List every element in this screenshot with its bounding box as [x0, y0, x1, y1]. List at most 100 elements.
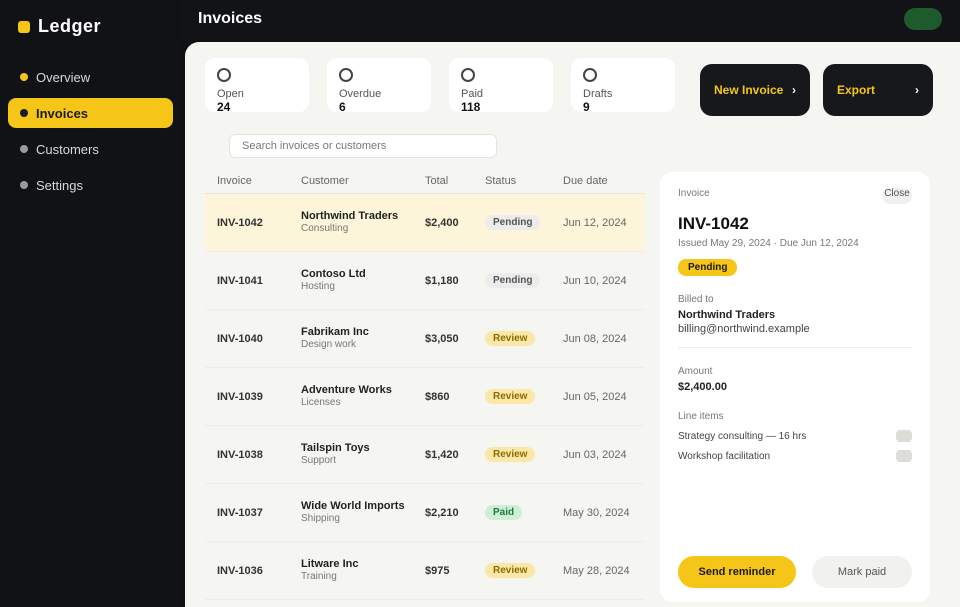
status-badge: Paid [485, 505, 523, 520]
close-button[interactable]: Close [882, 188, 912, 204]
stat-card[interactable]: Overdue 6 [327, 58, 431, 114]
customer-name: Fabrikam Inc [301, 326, 369, 338]
mark-paid-button[interactable]: Mark paid [812, 556, 912, 588]
export-button[interactable]: Export › [823, 64, 933, 116]
table-row[interactable]: INV-1040 Fabrikam Inc Design work $3,050 … [205, 310, 645, 368]
customer-desc: Support [301, 455, 337, 466]
arrow-right-icon: › [792, 83, 796, 97]
due-date: Jun 03, 2024 [563, 448, 627, 461]
amount: $1,420 [425, 448, 459, 461]
line-item-label: Workshop facilitation [678, 450, 771, 462]
due-date: Jun 12, 2024 [563, 216, 627, 229]
column-header[interactable]: Status [477, 175, 555, 187]
list-item: Strategy consulting — 16 hrs [678, 430, 912, 442]
sidebar: Ledger Overview Invoices Customers Setti… [0, 0, 180, 607]
status-badge: Review [485, 563, 536, 578]
stat-card[interactable]: Open 24 [205, 58, 309, 114]
amount-section: Amount $2,400.00 [678, 366, 912, 393]
stat-label: Drafts [583, 88, 613, 100]
sidebar-item-label: Invoices [36, 105, 89, 121]
list-item: Workshop facilitation [678, 450, 912, 462]
invoice-id: INV-1039 [217, 390, 263, 403]
amount: $2,210 [425, 506, 459, 519]
customer-name: Adventure Works [301, 384, 392, 396]
due-date: May 28, 2024 [563, 564, 630, 577]
invoice-table: Invoice Customer Total Status Due date I… [205, 168, 645, 600]
logo[interactable]: Ledger [18, 16, 101, 37]
column-header[interactable]: Due date [555, 175, 645, 187]
amount: $3,050 [425, 332, 459, 345]
page-title: Invoices [198, 10, 263, 27]
status-badge: Pending [678, 259, 738, 276]
sidebar-item-customers[interactable]: Customers [8, 134, 173, 164]
due-date: Jun 08, 2024 [563, 332, 627, 345]
divider [678, 347, 912, 348]
line-item-label: Strategy consulting — 16 hrs [678, 430, 807, 442]
sidebar-item-invoices[interactable]: Invoices [8, 98, 173, 128]
stat-card[interactable]: Paid 118 [449, 58, 553, 114]
avatar[interactable] [904, 8, 942, 30]
new-invoice-button[interactable]: New Invoice › [700, 64, 810, 116]
stat-label: Paid [461, 88, 484, 100]
search-input[interactable]: Search invoices or customers [229, 134, 497, 158]
table-row[interactable]: INV-1042 Northwind Traders Consulting $2,… [205, 194, 645, 252]
invoice-id: INV-1038 [217, 448, 263, 461]
amount: $1,180 [425, 274, 459, 287]
billed-to-section: Billed to Northwind Traders billing@nort… [678, 294, 912, 335]
stat-value: 24 [217, 100, 231, 114]
field-label: Amount [678, 366, 713, 377]
customer-name: Northwind Traders [678, 309, 776, 321]
invoice-id: INV-1042 [217, 216, 263, 229]
sidebar-item-label: Overview [36, 69, 91, 85]
edit-icon[interactable] [896, 430, 912, 442]
sidebar-item-label: Settings [36, 177, 83, 193]
customer-desc: Hosting [301, 281, 335, 292]
search-icon [339, 68, 353, 82]
customer-name: Northwind Traders [301, 210, 399, 222]
table-row[interactable]: INV-1039 Adventure Works Licenses $860 Re… [205, 368, 645, 426]
dot-icon [20, 109, 28, 117]
customer-desc: Training [301, 571, 337, 582]
amount: $2,400 [425, 216, 459, 229]
column-header[interactable]: Customer [293, 175, 417, 187]
invoice-detail-panel: Invoice Close INV-1042 Issued May 29, 20… [660, 172, 930, 602]
customer-name: Litware Inc [301, 558, 359, 570]
customer-desc: Shipping [301, 513, 340, 524]
top-bar: Invoices [180, 0, 960, 40]
status-badge: Review [485, 331, 536, 346]
sidebar-item-settings[interactable]: Settings [8, 170, 173, 200]
line-items-section: Line items Strategy consulting — 16 hrs … [678, 411, 912, 462]
invoice-id: INV-1041 [217, 274, 263, 287]
status-badge: Review [485, 447, 536, 462]
customer-desc: Licenses [301, 397, 341, 408]
table-row[interactable]: INV-1036 Litware Inc Training $975 Review… [205, 542, 645, 600]
field-label: Billed to [678, 294, 714, 305]
app-window: Ledger Overview Invoices Customers Setti… [0, 0, 960, 607]
search-icon [461, 68, 475, 82]
stat-value: 6 [339, 100, 346, 114]
detail-subtitle: Issued May 29, 2024 · Due Jun 12, 2024 [678, 238, 859, 249]
stat-label: Overdue [339, 88, 382, 100]
dot-icon [20, 181, 28, 189]
stat-card[interactable]: Drafts 9 [571, 58, 675, 114]
invoice-id: INV-1036 [217, 564, 263, 577]
sidebar-item-overview[interactable]: Overview [8, 62, 173, 92]
arrow-right-icon: › [915, 83, 919, 97]
button-label: New Invoice [714, 83, 784, 97]
table-row[interactable]: INV-1041 Contoso Ltd Hosting $1,180 Pendi… [205, 252, 645, 310]
table-row[interactable]: INV-1038 Tailspin Toys Support $1,420 Rev… [205, 426, 645, 484]
table-row[interactable]: INV-1037 Wide World Imports Shipping $2,2… [205, 484, 645, 542]
status-badge: Pending [485, 215, 541, 230]
column-header[interactable]: Total [417, 175, 477, 187]
send-reminder-button[interactable]: Send reminder [678, 556, 796, 588]
customer-email[interactable]: billing@northwind.example [678, 323, 912, 335]
field-label: Line items [678, 411, 724, 422]
customer-desc: Design work [301, 339, 357, 350]
status-badge: Review [485, 389, 536, 404]
invoice-id: INV-1040 [217, 332, 263, 345]
app-name: Ledger [38, 16, 102, 36]
customer-desc: Consulting [301, 223, 349, 234]
column-header[interactable]: Invoice [205, 175, 293, 187]
button-label: Export [837, 83, 876, 97]
edit-icon[interactable] [896, 450, 912, 462]
